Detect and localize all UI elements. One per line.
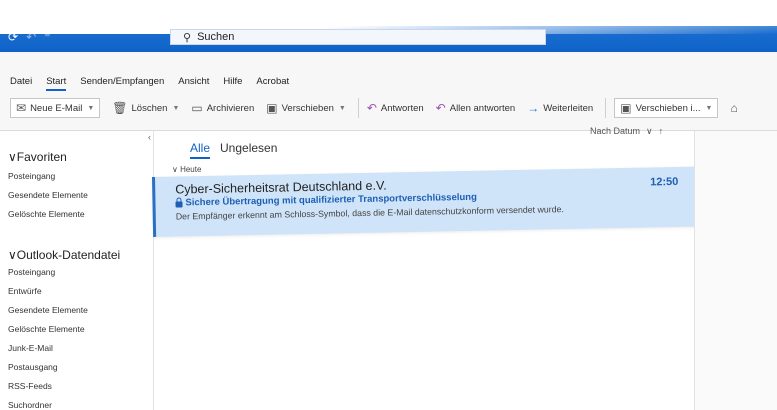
folder-geloeschte-fav[interactable]: Gelöschte Elemente [8,209,85,219]
reply-label: Antworten [380,102,424,114]
lock-icon [175,201,183,208]
folder-posteingang[interactable]: Posteingang [8,267,55,277]
chevron-down-icon[interactable]: ▼ [706,105,713,112]
filter-unread[interactable]: Ungelesen [220,141,277,159]
trash-icon: 🗑 [112,101,128,115]
folder-entwuerfe[interactable]: Entwürfe [8,286,42,296]
ribbon [0,52,777,131]
message-time: 12:50 [650,175,679,189]
envelope-icon: ✉ [16,101,27,115]
sort-direction-icon[interactable]: ↑ [659,126,664,137]
folder-rss[interactable]: RSS-Feeds [8,381,52,391]
divider [605,98,607,118]
archive-icon: ▭ [191,101,203,115]
datafile-group[interactable]: ∨Outlook-Datendatei [8,248,120,262]
tab-ansicht[interactable]: Ansicht [178,76,209,91]
search-input[interactable]: ⚲ Suchen [170,29,546,45]
outlook-window: ⟳ ↶ ⁼ ⚲ Suchen Datei Start Senden/Empfan… [0,0,777,410]
chevron-down-icon[interactable]: ▼ [172,105,179,112]
chevron-down-icon: ∨ [8,150,17,164]
tab-senden-empfangen[interactable]: Senden/Empfangen [80,76,164,91]
search-icon: ⚲ [183,31,192,44]
forward-label: Weiterleiten [543,102,594,114]
quick-access-toolbar: ⟳ ↶ ⁼ [8,30,50,44]
move-button[interactable]: ▣ Verschieben ▼ [266,101,346,115]
message-filters: Alle Ungelesen [190,141,277,159]
forward-button[interactable]: → Weiterleiten [527,101,593,115]
new-mail-label: Neue E-Mail [30,102,83,114]
folder-gesendete-fav[interactable]: Gesendete Elemente [8,190,88,200]
ribbon-commands: ✉ Neue E-Mail ▼ 🗑 Löschen ▼ ▭ Archiviere… [10,98,750,118]
reading-pane [694,131,777,410]
group-header-today[interactable]: ∨ Heute [172,165,201,174]
move-to-label: Verschieben i... [635,102,701,114]
move-folder-icon: ▣ [620,101,632,115]
sort-label: Nach Datum [590,126,641,136]
delete-label: Löschen [131,102,168,114]
chevron-down-icon: ∨ [172,165,181,174]
new-mail-button[interactable]: ✉ Neue E-Mail ▼ [10,98,101,118]
archive-label: Archivieren [206,102,255,114]
datafile-label: Outlook-Datendatei [16,248,121,262]
reply-button[interactable]: ↶ Antworten [367,101,424,115]
forward-icon: → [527,101,540,115]
tab-start[interactable]: Start [46,76,67,91]
search-placeholder: Suchen [197,31,235,43]
favorites-label: Favoriten [16,150,67,164]
folder-junk[interactable]: Junk-E-Mail [8,343,53,353]
folder-postausgang[interactable]: Postausgang [8,362,58,372]
customize-icon[interactable]: ⁼ [44,30,50,44]
move-folder-icon: ▣ [266,101,278,115]
sort-control[interactable]: Nach Datum ∨ ↑ [590,126,663,137]
tag-icon: ⌂ [730,101,738,115]
reply-icon: ↶ [366,101,377,115]
move-to-button[interactable]: ▣ Verschieben i... ▼ [614,98,719,118]
folder-geloeschte[interactable]: Gelöschte Elemente [8,324,85,334]
delete-button[interactable]: 🗑 Löschen ▼ [112,101,179,115]
divider [357,98,359,118]
title-bar: ⟳ ↶ ⁼ ⚲ Suchen [0,0,777,52]
sync-icon[interactable]: ⟳ [8,30,18,44]
group-today-label: Heute [180,165,202,174]
folder-gesendete[interactable]: Gesendete Elemente [8,305,88,315]
reply-all-icon: ↶ [435,101,446,115]
reply-all-label: Allen antworten [449,102,516,114]
folder-suchordner[interactable]: Suchordner [8,400,52,410]
message-item[interactable]: Cyber-Sicherheitsrat Deutschland e.V. 12… [152,166,697,237]
chevron-down-icon: ∨ [646,126,653,136]
chevron-down-icon[interactable]: ▼ [87,105,94,112]
collapse-pane-icon[interactable]: ‹ [148,132,151,142]
folder-posteingang-fav[interactable]: Posteingang [8,171,55,181]
chevron-down-icon[interactable]: ▼ [339,105,346,112]
favorites-group[interactable]: ∨Favoriten [8,150,67,164]
move-label: Verschieben [281,102,334,114]
more-button[interactable]: ⌂ [730,101,737,115]
filter-all[interactable]: Alle [190,141,211,159]
tab-hilfe[interactable]: Hilfe [223,76,242,91]
archive-button[interactable]: ▭ Archivieren [191,101,254,115]
chevron-down-icon: ∨ [8,248,17,262]
reply-all-button[interactable]: ↶ Allen antworten [436,101,516,115]
tab-datei[interactable]: Datei [10,76,32,91]
ribbon-tabs: Datei Start Senden/Empfangen Ansicht Hil… [10,76,289,91]
undo-icon[interactable]: ↶ [26,30,36,44]
tab-acrobat[interactable]: Acrobat [256,76,289,91]
folder-pane: ∨Favoriten Posteingang Gesendete Element… [0,131,154,410]
